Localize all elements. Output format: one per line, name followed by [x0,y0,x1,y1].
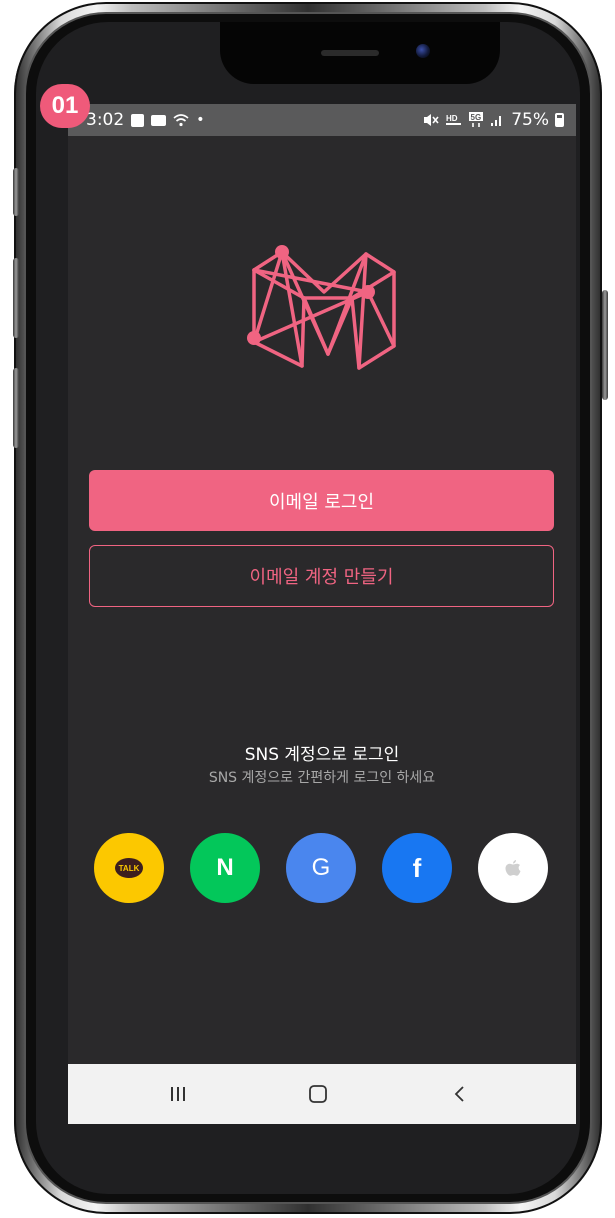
recent-apps-icon [171,1087,185,1101]
app-screen: 3:02 • HD 5G 75% 이메일 로그인 이메일 계정 만들기 SNS … [68,104,576,1124]
image-icon [131,113,145,127]
status-time: 3:02 [86,110,125,130]
battery-percent: 75% [511,110,549,130]
home-button[interactable] [278,1064,358,1124]
svg-text:5G: 5G [471,113,482,122]
kakao-login-button[interactable]: TALK [94,833,164,903]
sns-login-subtitle: SNS 계정으로 간편하게 로그인 하세요 [208,770,436,786]
android-nav-bar [68,1064,576,1124]
svg-text:HD: HD [446,114,458,123]
status-bar: 3:02 • HD 5G 75% [68,104,576,136]
side-button-volume-down [13,368,19,448]
front-camera [416,44,430,58]
home-icon [309,1085,327,1103]
signal-icon [491,116,502,126]
side-button-power [602,290,608,400]
side-button-silent [13,168,19,216]
apple-icon [505,860,521,876]
status-left: 3:02 • [86,110,204,130]
wifi-icon [173,114,189,127]
email-login-button[interactable]: 이메일 로그인 [89,470,554,531]
5g-icon: 5G [469,112,484,127]
sns-login-row: TALK N G f [94,833,550,903]
notch [220,22,500,84]
apple-login-button[interactable] [478,833,548,903]
google-login-button[interactable]: G [286,833,356,903]
earpiece-speaker [321,50,379,56]
m-network-logo [247,245,396,370]
status-right: HD 5G 75% [423,110,564,130]
facebook-icon: f [412,852,422,883]
kakao-talk-icon: TALK [115,858,143,878]
back-button[interactable] [420,1064,500,1124]
sns-login-title: SNS 계정으로 로그인 [244,745,400,765]
battery-icon [555,113,564,127]
message-icon [151,114,167,126]
naver-login-button[interactable]: N [190,833,260,903]
back-icon [454,1086,464,1102]
email-signup-button[interactable]: 이메일 계정 만들기 [89,545,554,607]
recent-apps-button[interactable] [138,1064,218,1124]
side-button-volume-up [13,258,19,338]
naver-icon: N [216,854,234,881]
google-icon: G [311,854,331,881]
facebook-login-button[interactable]: f [382,833,452,903]
step-badge: 01 [40,84,90,128]
dot-icon: • [196,112,205,128]
hd-voice-icon: HD [446,114,462,125]
mute-icon [424,114,439,126]
